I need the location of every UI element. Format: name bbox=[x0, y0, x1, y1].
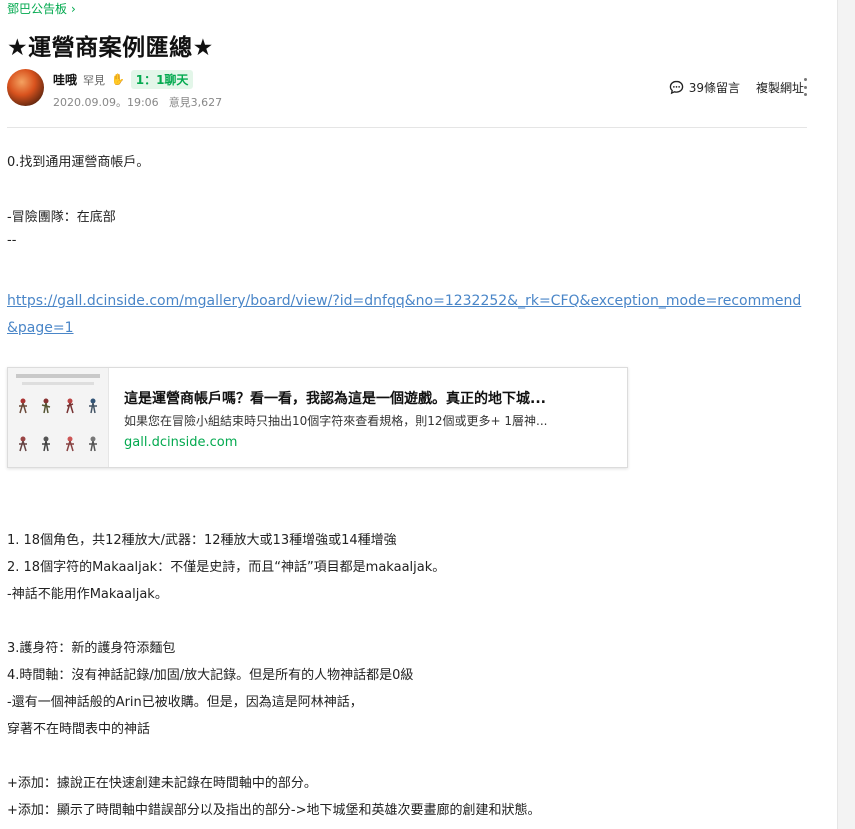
author-info: 哇哦 罕見 ✋ 1：1聊天 bbox=[53, 70, 194, 89]
body-line: 穿著不在時間表中的神話 bbox=[7, 722, 151, 737]
body-line: 4.時間軸：沒有神話記錄/加固/放大記錄。但是所有的人物神話都是0級 bbox=[7, 668, 414, 683]
body-line: 3.護身符：新的護身符添麵包 bbox=[7, 641, 176, 656]
divider bbox=[7, 127, 807, 128]
post-meta: 2020.09.09。19:06 意見3,627 bbox=[53, 94, 222, 110]
avatar[interactable] bbox=[7, 69, 44, 106]
page-title: ★運營商案例匯總★ bbox=[7, 35, 214, 61]
body-line: 0.找到通用運營商帳戶。 bbox=[7, 155, 150, 170]
body-line: +添加：顯示了時間軸中錯誤部分以及指出的部分->地下城堡和英雄次要畫廊的創建和狀… bbox=[7, 803, 541, 818]
comments-count[interactable]: 39條留言 bbox=[689, 79, 740, 96]
post-views: 意見3,627 bbox=[168, 96, 223, 109]
post-page: 鄧巴公告板 › ★運營商案例匯總★ 哇哦 罕見 ✋ 1：1聊天 2020.09.… bbox=[0, 0, 838, 829]
author-name[interactable]: 哇哦 bbox=[53, 71, 77, 88]
breadcrumb-label[interactable]: 鄧巴公告板 bbox=[7, 0, 67, 17]
comment-icon bbox=[669, 80, 683, 95]
body-line: 1. 18個角色，共12種放大/武器：12種放大或13種增強或14種增強 bbox=[7, 533, 397, 548]
post-actions: 39條留言 複製網址 bbox=[669, 79, 804, 96]
post-date: 2020.09.09。19:06 bbox=[53, 96, 159, 109]
hand-icon: ✋ bbox=[111, 73, 125, 86]
link-preview-card[interactable]: 這是運營商帳戶嗎？看一看，我認為這是一個遊戲。真正的地下城... 如果您在冒險小… bbox=[7, 367, 628, 468]
breadcrumb[interactable]: 鄧巴公告板 › bbox=[7, 0, 76, 17]
scrollbar[interactable] bbox=[837, 0, 855, 829]
body-line: 2. 18個字符的Makaaljak：不僅是史詩，而且“神話”項目都是makaa… bbox=[7, 560, 446, 575]
chevron-right-icon: › bbox=[71, 1, 76, 16]
preview-title[interactable]: 這是運營商帳戶嗎？看一看，我認為這是一個遊戲。真正的地下城... bbox=[124, 388, 546, 408]
body-line: -神話不能用作Makaaljak。 bbox=[7, 587, 168, 602]
body-line: -- bbox=[7, 233, 17, 248]
body-line: -還有一個神話般的Arin已被收購。但是，因為這是阿林神話， bbox=[7, 695, 363, 710]
more-options-icon[interactable] bbox=[798, 78, 812, 96]
comments-button[interactable]: 39條留言 bbox=[669, 79, 740, 96]
external-link[interactable]: https://gall.dcinside.com/mgallery/board… bbox=[7, 288, 807, 342]
preview-thumbnail bbox=[8, 368, 109, 467]
author-level: 罕見 bbox=[83, 73, 106, 87]
preview-description: 如果您在冒險小組結束時只抽出10個字符來查看規格，則12個或更多+ 1層神... bbox=[124, 414, 548, 428]
body-line: -冒險團隊：在底部 bbox=[7, 210, 116, 225]
chat-badge[interactable]: 1：1聊天 bbox=[130, 70, 194, 89]
body-line: +添加：據說正在快速創建未記錄在時間軸中的部分。 bbox=[7, 776, 317, 791]
copy-url-button[interactable]: 複製網址 bbox=[756, 79, 804, 96]
preview-domain: gall.dcinside.com bbox=[124, 435, 238, 450]
